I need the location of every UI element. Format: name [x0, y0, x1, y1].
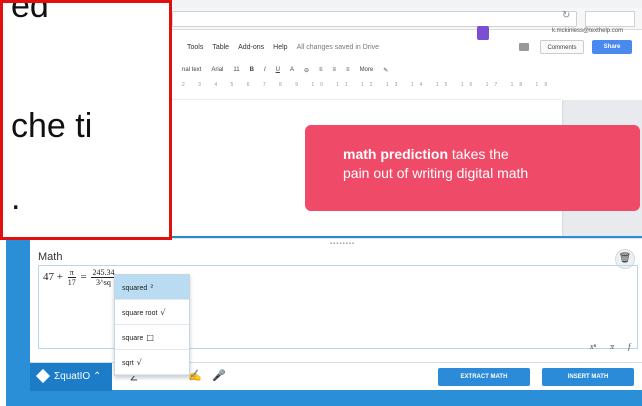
insert-math-button[interactable]: INSERT MATH [542, 368, 634, 386]
link-icon[interactable]: ⊖ [304, 67, 309, 74]
address-bar[interactable] [172, 11, 577, 27]
callout-box: ed che ti . [0, 0, 172, 240]
menu-help[interactable]: Help [273, 44, 287, 51]
fraction-result: 245.34 3^sq [91, 268, 116, 287]
pencil-icon[interactable]: ✎ [383, 67, 388, 74]
suggestion-square-root[interactable]: square root √ [115, 300, 189, 325]
suggestion-sqrt[interactable]: sqrt √ [115, 350, 189, 375]
align-left-icon[interactable]: ≡ [319, 67, 323, 73]
microphone-icon[interactable]: 🎤 [212, 369, 226, 382]
equatio-menu-button[interactable]: ΣquatIO ⌃ [30, 363, 112, 391]
extract-math-button[interactable]: EXTRACT MATH [438, 368, 530, 386]
italic-button[interactable]: I [264, 67, 266, 73]
user-email[interactable]: k.mckinless@texthelp.com [552, 28, 623, 34]
callout-line-3: . [11, 179, 21, 217]
suggestion-square[interactable]: square □ [115, 325, 189, 350]
docs-format-toolbar: nal text Arial 11 B I U A ⊖ ≡ ≡ ≡ More ✎ [182, 62, 637, 78]
symbol-shortcuts: xⁿ π f α [590, 342, 642, 351]
math-expression: 47 + π 17 = 245.34 3^sq [43, 268, 116, 287]
callout-line-2: che ti [11, 107, 93, 145]
more-button[interactable]: More [360, 67, 374, 73]
panel-label: Math [38, 251, 63, 263]
underline-button[interactable]: U [276, 67, 280, 73]
equatio-extension-icon[interactable] [477, 26, 489, 40]
equatio-logo-icon [35, 369, 51, 384]
font-size-select[interactable]: 11 [233, 67, 239, 73]
menu-tools[interactable]: Tools [187, 44, 203, 51]
callout-line-1: ed [11, 0, 49, 25]
bold-button[interactable]: B [250, 67, 254, 73]
font-select[interactable]: Arial [211, 67, 223, 73]
power-symbol[interactable]: xⁿ [590, 342, 596, 351]
prediction-dropdown: squared ² square root √ square □ sqrt √ [114, 274, 190, 376]
style-select[interactable]: nal text [182, 67, 201, 73]
align-center-icon[interactable]: ≡ [333, 67, 337, 73]
align-right-icon[interactable]: ≡ [346, 67, 350, 73]
ruler: 2 3 4 5 6 7 8 9 10 11 12 13 14 15 16 17 … [182, 82, 554, 88]
suggestion-squared[interactable]: squared ² [115, 275, 189, 300]
docs-menu-bar: Tools Table Add-ons Help All changes sav… [187, 44, 379, 51]
menu-addons[interactable]: Add-ons [238, 44, 264, 51]
pi-symbol[interactable]: π [610, 342, 614, 351]
reload-icon[interactable]: ↻ [562, 10, 570, 21]
menu-table[interactable]: Table [212, 44, 229, 51]
share-button[interactable]: Share [592, 40, 632, 54]
fraction-pi-17: π 17 [67, 268, 76, 287]
drag-handle[interactable]: ▪▪▪▪▪▪▪▪ [330, 241, 355, 247]
save-status: All changes saved in Drive [296, 44, 380, 51]
browser-search-box[interactable] [585, 11, 635, 27]
handwriting-icon[interactable]: ✍ [188, 369, 202, 382]
function-symbol[interactable]: f [628, 342, 630, 351]
text-color-button[interactable]: A [290, 67, 294, 73]
promo-banner: math prediction takes the pain out of wri… [305, 125, 640, 211]
comments-button[interactable]: Comments [540, 40, 584, 54]
chat-icon[interactable] [519, 43, 529, 51]
